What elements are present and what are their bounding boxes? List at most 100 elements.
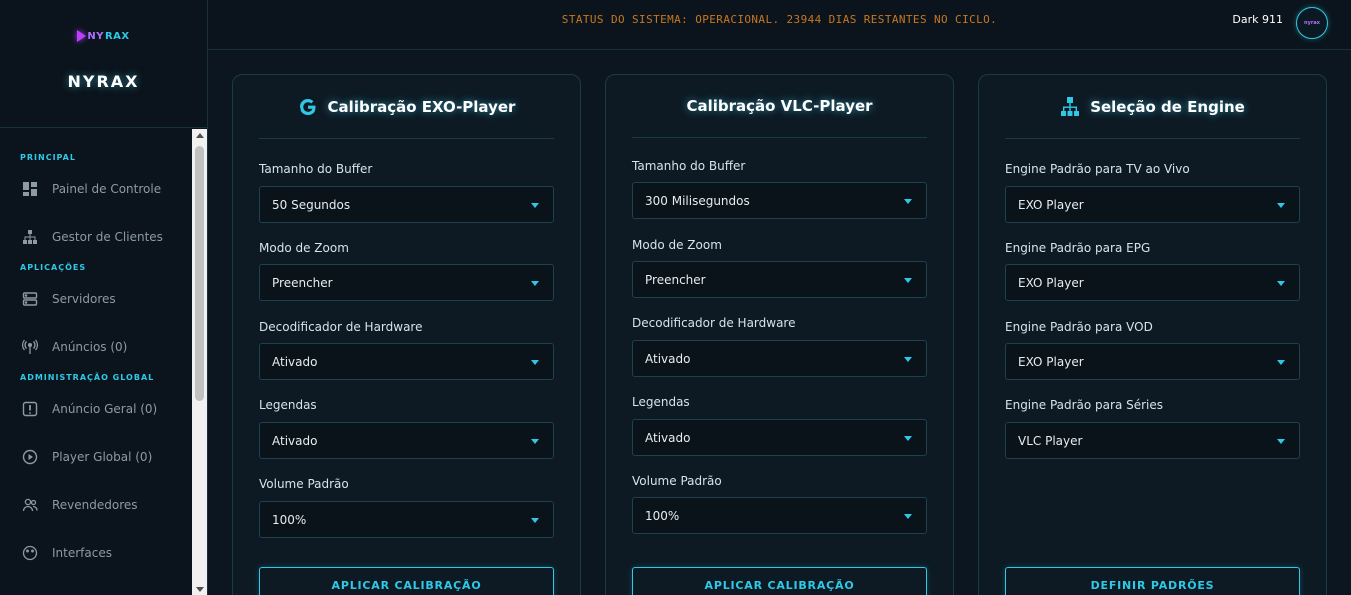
nav-section-aplicacoes: APLICAÇÕES [20, 263, 87, 272]
caret-down-icon [904, 514, 912, 519]
brand-logo[interactable]: NY RAX [77, 30, 129, 42]
select-buffer-size[interactable]: 50 Segundos [259, 186, 554, 223]
sidebar-item-anuncios[interactable]: Anúncios (0) [0, 323, 192, 371]
sidebar-item-label: Revendedores [52, 498, 138, 512]
sidebar-item-label: Painel de Controle [52, 182, 162, 196]
sidebar-item-label: Servidores [52, 292, 116, 306]
sidebar-item-label: Anúncio Geral (0) [52, 402, 158, 416]
broadcast-icon [22, 339, 38, 355]
field-label-engine-live-tv: Engine Padrão para TV ao Vivo [1005, 162, 1190, 176]
sidebar-item-interfaces[interactable]: Interfaces [0, 529, 192, 577]
scroll-up-arrow-icon[interactable] [196, 133, 204, 138]
select-value: 100% [645, 508, 680, 523]
caret-down-icon [904, 436, 912, 441]
select-value: EXO Player [1018, 354, 1084, 369]
select-value: Preencher [272, 275, 333, 290]
caret-down-icon [1277, 439, 1285, 444]
field-label-volume: Volume Padrão [259, 477, 349, 491]
select-zoom-mode[interactable]: Preencher [632, 261, 927, 298]
sidebar-item-player-global[interactable]: Player Global (0) [0, 433, 192, 481]
field-label-subtitles: Legendas [259, 398, 317, 412]
select-value: Ativado [645, 430, 691, 445]
sidebar-item-anuncio-geral[interactable]: Anúncio Geral (0) [0, 385, 192, 433]
field-label-buffer: Tamanho do Buffer [632, 159, 746, 173]
caret-down-icon [1277, 203, 1285, 208]
field-label-subtitles: Legendas [632, 395, 690, 409]
sidebar-nav: PRINCIPAL Painel de Controle Gestor de C… [0, 129, 192, 595]
sidebar-item-label: Anúncios (0) [52, 340, 128, 354]
select-hw-decoder[interactable]: Ativado [632, 340, 927, 377]
caret-down-icon [531, 360, 539, 365]
sidebar-item-label: Player Global (0) [52, 450, 153, 464]
scroll-down-arrow-icon[interactable] [196, 587, 204, 592]
select-subtitles[interactable]: Ativado [259, 422, 554, 459]
sidebar-item-painel-de-controle[interactable]: Painel de Controle [0, 165, 192, 213]
user-name[interactable]: Dark 911 [1232, 13, 1283, 26]
avatar[interactable]: nyrax [1296, 7, 1328, 39]
palette-icon [22, 545, 38, 561]
caret-down-icon [904, 199, 912, 204]
google-icon [298, 97, 318, 117]
caret-down-icon [531, 518, 539, 523]
sidebar-item-servidores[interactable]: Servidores [0, 275, 192, 323]
caret-down-icon [904, 357, 912, 362]
brand-header: NY RAX NYRAX [0, 0, 207, 128]
field-label-engine-epg: Engine Padrão para EPG [1005, 241, 1151, 255]
select-default-volume[interactable]: 100% [632, 497, 927, 534]
select-buffer-size[interactable]: 300 Milisegundos [632, 182, 927, 219]
set-defaults-button[interactable]: DEFINIR PADRÕES [1005, 567, 1300, 595]
sidebar-item-gestor-de-clientes[interactable]: Gestor de Clientes [0, 213, 192, 261]
select-value: Ativado [272, 354, 318, 369]
apply-calibration-button[interactable]: APLICAR CALIBRAÇÃO [259, 567, 554, 595]
select-value: Ativado [272, 433, 318, 448]
select-engine-epg[interactable]: EXO Player [1005, 264, 1300, 301]
apply-calibration-button[interactable]: APLICAR CALIBRAÇÃO [632, 567, 927, 595]
panel-engine-selection: Seleção de Engine Engine Padrão para TV … [978, 74, 1327, 595]
caret-down-icon [904, 278, 912, 283]
system-status: STATUS DO SISTEMA: OPERACIONAL. 23944 DI… [561, 13, 998, 26]
brand-name: NYRAX [67, 72, 140, 91]
field-label-zoom: Modo de Zoom [632, 238, 722, 252]
field-label-zoom: Modo de Zoom [259, 241, 349, 255]
caret-down-icon [1277, 281, 1285, 286]
select-subtitles[interactable]: Ativado [632, 419, 927, 456]
select-engine-live-tv[interactable]: EXO Player [1005, 186, 1300, 223]
play-logo-icon [77, 30, 87, 42]
panel-title: Calibração EXO-Player [327, 97, 516, 116]
scrollbar-thumb[interactable] [195, 146, 204, 401]
select-value: VLC Player [1018, 433, 1083, 448]
avatar-text: nyrax [1304, 20, 1320, 26]
caret-down-icon [531, 439, 539, 444]
users-icon [22, 497, 38, 513]
field-label-volume: Volume Padrão [632, 474, 722, 488]
panel-exo-calibration: Calibração EXO-Player Tamanho do Buffer … [232, 74, 581, 595]
topbar: STATUS DO SISTEMA: OPERACIONAL. 23944 DI… [208, 0, 1351, 50]
select-value: 50 Segundos [272, 197, 351, 212]
panel-title: Seleção de Engine [1090, 97, 1245, 116]
panel-vlc-calibration: Calibração VLC-Player Tamanho do Buffer … [605, 74, 954, 595]
sidebar-item-revendedores[interactable]: Revendedores [0, 481, 192, 529]
select-default-volume[interactable]: 100% [259, 501, 554, 538]
dashboard-icon [22, 181, 38, 197]
play-circle-icon [22, 449, 38, 465]
select-value: Ativado [645, 351, 691, 366]
select-engine-vod[interactable]: EXO Player [1005, 343, 1300, 380]
nav-section-principal: PRINCIPAL [20, 153, 76, 162]
select-value: EXO Player [1018, 275, 1084, 290]
panel-header: Calibração VLC-Player [632, 75, 927, 138]
select-zoom-mode[interactable]: Preencher [259, 264, 554, 301]
field-label-engine-vod: Engine Padrão para VOD [1005, 320, 1153, 334]
nav-section-administracao-global: ADMINISTRAÇÃO GLOBAL [20, 373, 155, 382]
panel-header: Seleção de Engine [1005, 75, 1300, 139]
server-icon [22, 291, 38, 307]
panel-header: Calibração EXO-Player [259, 75, 554, 139]
select-hw-decoder[interactable]: Ativado [259, 343, 554, 380]
caret-down-icon [531, 281, 539, 286]
select-engine-series[interactable]: VLC Player [1005, 422, 1300, 459]
caret-down-icon [531, 203, 539, 208]
sidebar-scrollbar[interactable] [192, 129, 207, 595]
field-label-engine-series: Engine Padrão para Séries [1005, 398, 1164, 412]
brand-logo-text-2: RAX [104, 30, 130, 42]
network-icon [1060, 96, 1080, 118]
sidebar: NY RAX NYRAX PRINCIPAL Painel de Controle… [0, 0, 208, 595]
